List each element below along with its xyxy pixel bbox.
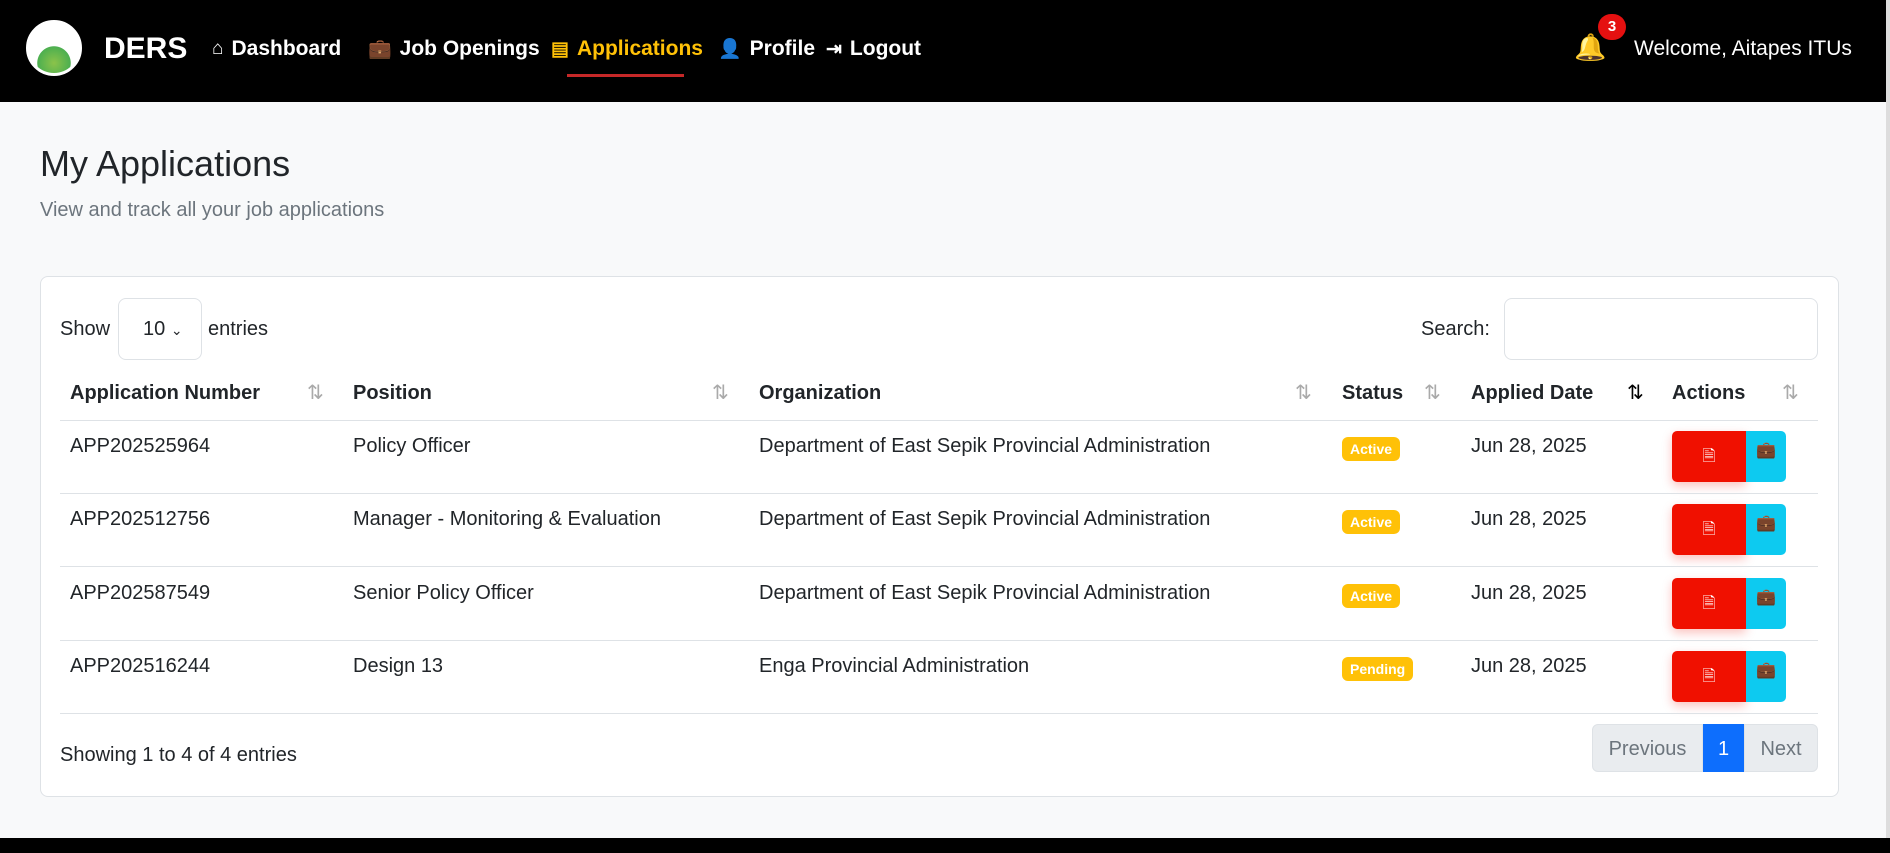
view-job-button[interactable]: 💼	[1746, 651, 1786, 702]
file-icon: 🗎	[1702, 668, 1716, 685]
nav-label: Profile	[749, 37, 816, 60]
entries-label: entries	[208, 318, 269, 340]
application-number: APP202587549	[70, 582, 211, 604]
notification-badge: 3	[1598, 14, 1626, 40]
position: Policy Officer	[353, 435, 471, 457]
briefcase-icon: 💼	[368, 39, 392, 60]
nav-label: Job Openings	[399, 37, 540, 60]
applied-date: Jun 28, 2025	[1471, 508, 1587, 530]
active-underline	[567, 74, 684, 77]
applied-date: Jun 28, 2025	[1471, 582, 1587, 604]
col-status[interactable]: Status	[1342, 382, 1403, 405]
organization: Department of East Sepik Provincial Admi…	[759, 582, 1211, 604]
nav-dashboard[interactable]: ⌂ Dashboard	[212, 37, 341, 61]
organization: Department of East Sepik Provincial Admi…	[759, 508, 1211, 530]
nav-job-openings[interactable]: 💼 Job Openings	[368, 37, 540, 61]
scrollbar[interactable]	[1886, 0, 1890, 838]
col-application-number[interactable]: Application Number	[70, 382, 260, 405]
nav-profile[interactable]: 👤 Profile	[718, 37, 815, 61]
position: Design 13	[353, 655, 444, 677]
divider	[60, 566, 1818, 567]
nav-label: Dashboard	[231, 37, 342, 60]
next-button[interactable]: Next	[1744, 724, 1818, 772]
show-label: Show	[60, 318, 111, 340]
nav-label: Logout	[849, 37, 922, 60]
status-badge: Active	[1342, 437, 1401, 461]
divider	[60, 493, 1818, 494]
file-icon: 🗎	[1702, 521, 1716, 538]
page-title: My Applications	[40, 143, 291, 184]
col-organization[interactable]: Organization	[759, 382, 881, 405]
navbar: DERS ⌂ Dashboard 💼 Job Openings ▤ Applicati…	[0, 0, 1886, 102]
entries-value: 10	[143, 318, 166, 340]
brand[interactable]: DERS	[104, 32, 187, 66]
position: Senior Policy Officer	[353, 582, 534, 604]
search-input[interactable]	[1504, 298, 1818, 360]
chevron-down-icon: ⌄	[170, 322, 183, 338]
view-job-button[interactable]: 💼	[1746, 578, 1786, 629]
application-number: APP202525964	[70, 435, 211, 457]
sort-icon[interactable]: ⇅	[1424, 380, 1441, 405]
footer	[0, 838, 1890, 853]
logout-icon: ⇥	[826, 38, 842, 60]
briefcase-icon: 💼	[1756, 662, 1776, 679]
view-application-button[interactable]: 🗎	[1672, 651, 1746, 702]
file-icon: 🗎	[1702, 448, 1716, 465]
briefcase-icon: 💼	[1756, 589, 1776, 606]
status-badge: Pending	[1342, 657, 1414, 681]
sort-desc-icon[interactable]: ⇅	[1627, 380, 1644, 405]
page-subtitle: View and track all your job applications	[40, 199, 385, 221]
divider	[60, 640, 1818, 641]
view-application-button[interactable]: 🗎	[1672, 431, 1746, 482]
search-label: Search:	[1421, 318, 1490, 340]
previous-button[interactable]: Previous	[1592, 724, 1703, 772]
applied-date: Jun 28, 2025	[1471, 435, 1587, 457]
organization: Department of East Sepik Provincial Admi…	[759, 435, 1211, 457]
nav-label: Applications	[576, 37, 703, 60]
table-info: Showing 1 to 4 of 4 entries	[60, 744, 297, 766]
status-badge: Active	[1342, 584, 1401, 608]
application-number: APP202512756	[70, 508, 211, 530]
application-number: APP202516244	[70, 655, 211, 677]
nav-applications[interactable]: ▤ Applications	[551, 37, 703, 61]
applied-date: Jun 28, 2025	[1471, 655, 1587, 677]
position: Manager - Monitoring & Evaluation	[353, 508, 661, 530]
home-icon: ⌂	[212, 38, 224, 59]
col-actions[interactable]: Actions	[1672, 382, 1745, 405]
page-1-button[interactable]: 1	[1703, 724, 1744, 772]
user-icon: 👤	[718, 39, 742, 60]
view-application-button[interactable]: 🗎	[1672, 578, 1746, 629]
logo[interactable]	[26, 20, 82, 76]
col-position[interactable]: Position	[353, 382, 432, 405]
sort-icon[interactable]: ⇅	[1782, 380, 1799, 405]
view-job-button[interactable]: 💼	[1746, 431, 1786, 482]
divider	[60, 420, 1818, 421]
organization: Enga Provincial Administration	[759, 655, 1030, 677]
entries-select[interactable]: 10 ⌄	[118, 298, 202, 360]
file-icon: ▤	[551, 38, 569, 60]
nav-logout[interactable]: ⇥ Logout	[826, 37, 921, 61]
divider	[60, 713, 1818, 714]
briefcase-icon: 💼	[1756, 442, 1776, 459]
briefcase-icon: 💼	[1756, 515, 1776, 532]
welcome-text[interactable]: Welcome, Aitapes ITUs	[1634, 37, 1852, 61]
view-job-button[interactable]: 💼	[1746, 504, 1786, 555]
sort-icon[interactable]: ⇅	[1295, 380, 1312, 405]
file-icon: 🗎	[1702, 595, 1716, 612]
col-applied-date[interactable]: Applied Date	[1471, 382, 1593, 405]
sort-icon[interactable]: ⇅	[307, 380, 324, 405]
sort-icon[interactable]: ⇅	[712, 380, 729, 405]
status-badge: Active	[1342, 510, 1401, 534]
view-application-button[interactable]: 🗎	[1672, 504, 1746, 555]
